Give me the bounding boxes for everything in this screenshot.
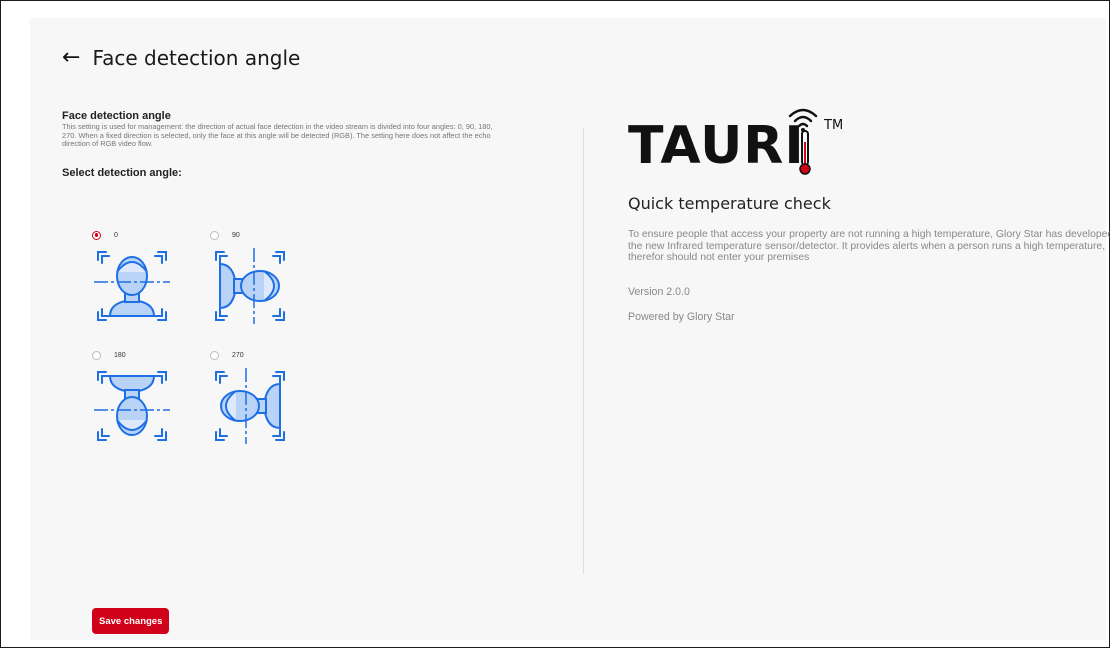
- settings-section: Face detection angle This setting is use…: [62, 110, 512, 179]
- page-header: ← Face detection angle: [62, 46, 300, 70]
- logo-text: TAURI: [628, 116, 805, 176]
- angle-label-270: 270: [232, 351, 244, 359]
- angle-label-180: 180: [114, 351, 126, 359]
- about-section: TAURI TM Quick temperature check To ensu…: [628, 108, 1110, 323]
- section-description: This setting is used for management: the…: [62, 122, 493, 149]
- about-description: To ensure people that access your proper…: [628, 229, 1110, 264]
- save-changes-button[interactable]: Save changes: [92, 608, 170, 634]
- section-title: Face detection angle: [62, 110, 171, 122]
- angle-label-0: 0: [114, 231, 118, 239]
- angle-option-180[interactable]: 180: [92, 348, 202, 446]
- thermometer-icon: [799, 130, 811, 175]
- angle-label-90: 90: [232, 231, 240, 239]
- radio-angle-0[interactable]: [92, 230, 101, 240]
- select-angle-label: Select detection angle:: [62, 166, 182, 179]
- powered-by-text: Powered by Glory Star: [628, 310, 735, 323]
- vertical-divider: [583, 128, 584, 574]
- page-title: Face detection angle: [92, 46, 301, 70]
- face-rotated-90-icon: [215, 248, 285, 324]
- radio-angle-90[interactable]: [210, 230, 219, 240]
- face-rotated-180-icon: [94, 371, 170, 441]
- face-rotated-270-icon: [215, 368, 285, 444]
- radio-angle-180[interactable]: [92, 350, 101, 360]
- tagline: Quick temperature check: [628, 194, 831, 213]
- angle-option-0[interactable]: 0: [92, 228, 202, 326]
- trademark-symbol: TM: [824, 118, 844, 133]
- tauri-logo: TAURI TM: [628, 108, 1110, 184]
- face-upright-icon: [94, 251, 170, 321]
- arrow-left-icon[interactable]: ←: [62, 47, 80, 69]
- radio-angle-270[interactable]: [210, 350, 219, 360]
- angle-option-90[interactable]: 90: [210, 228, 320, 326]
- angle-option-270[interactable]: 270: [210, 348, 320, 446]
- angle-options: 0 90 180 270: [92, 228, 342, 468]
- content-panel: ← Face detection angle Face detection an…: [30, 18, 1110, 640]
- version-text: Version 2.0.0: [628, 285, 690, 298]
